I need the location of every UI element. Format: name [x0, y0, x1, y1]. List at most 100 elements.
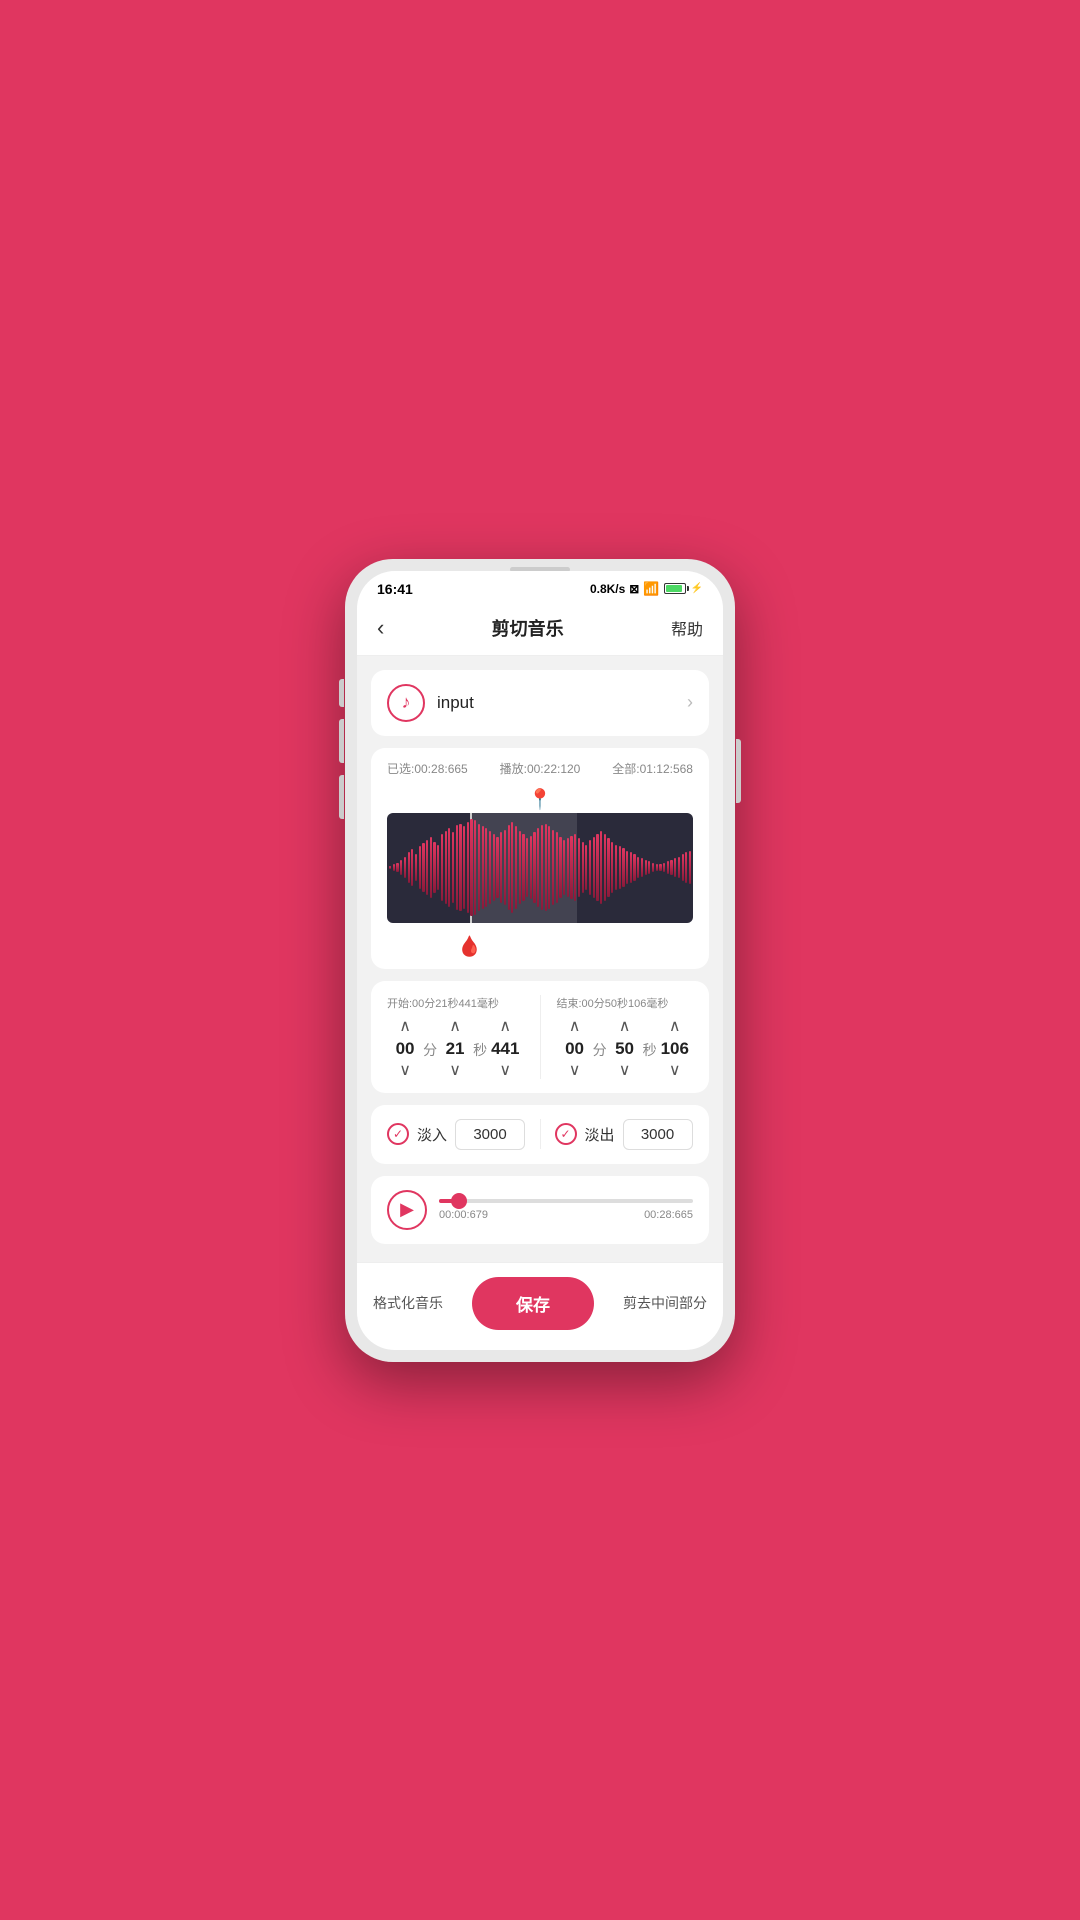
format-music-button[interactable]: 格式化音乐: [373, 1293, 443, 1313]
volume-up-button[interactable]: [339, 719, 344, 763]
end-min-up[interactable]: ∧: [569, 1019, 581, 1035]
start-ms-col: ∧ 441 ∨: [491, 1019, 519, 1079]
battery-fill: [666, 585, 682, 592]
start-time-label: 开始:00分21秒441毫秒: [387, 995, 524, 1011]
end-time-controls: ∧ 00 ∨ 分 ∧ 50 ∨ 秒: [557, 1019, 694, 1079]
file-info: ♪ input: [387, 684, 474, 722]
content-area: ♪ input › 已选:00:28:665 播放:00:22:120 全部:0…: [357, 656, 723, 1258]
file-row[interactable]: ♪ input ›: [387, 684, 693, 722]
music-icon: ♪: [387, 684, 425, 722]
music-note-icon: ♪: [402, 692, 411, 713]
chevron-right-icon: ›: [687, 692, 693, 713]
playback-track[interactable]: [439, 1199, 693, 1203]
end-ms-up[interactable]: ∧: [669, 1019, 681, 1035]
volume-mute-button[interactable]: [339, 679, 344, 707]
end-sec-up[interactable]: ∧: [619, 1019, 631, 1035]
trim-middle-button[interactable]: 剪去中间部分: [623, 1293, 707, 1313]
end-time-block: 结束:00分50秒106毫秒 ∧ 00 ∨ 分 ∧ 50 ∨: [557, 995, 694, 1079]
selected-time: 已选:00:28:665: [387, 760, 468, 777]
status-icons: 0.8K/s ⊠ 📶 ⚡: [590, 581, 703, 597]
start-sec-up[interactable]: ∧: [449, 1019, 461, 1035]
fade-out-label: 淡出: [585, 1124, 615, 1145]
play-button[interactable]: ▶: [387, 1190, 427, 1230]
total-duration: 00:28:665: [644, 1209, 693, 1221]
start-min-down[interactable]: ∨: [399, 1063, 411, 1079]
waveform-info: 已选:00:28:665 播放:00:22:120 全部:01:12:568: [387, 760, 693, 777]
fade-card: ✓ 淡入 ✓ 淡出: [371, 1105, 709, 1164]
start-sec-value: 21: [441, 1039, 469, 1059]
charging-icon: ⚡: [691, 583, 703, 594]
start-sec-sep: 秒: [473, 1038, 487, 1060]
time-editor-card: 开始:00分21秒441毫秒 ∧ 00 ∨ 分 ∧ 21 ∨: [371, 981, 709, 1093]
start-time-block: 开始:00分21秒441毫秒 ∧ 00 ∨ 分 ∧ 21 ∨: [387, 995, 524, 1079]
start-time-controls: ∧ 00 ∨ 分 ∧ 21 ∨ 秒: [387, 1019, 524, 1079]
time-editor-row: 开始:00分21秒441毫秒 ∧ 00 ∨ 分 ∧ 21 ∨: [387, 995, 693, 1079]
bottom-bar: 格式化音乐 保存 剪去中间部分: [357, 1262, 723, 1350]
top-playhead-pin[interactable]: 📍: [528, 787, 553, 812]
power-button[interactable]: [736, 739, 741, 803]
battery-body: [664, 583, 686, 594]
page-title: 剪切音乐: [492, 615, 564, 641]
file-card: ♪ input ›: [371, 670, 709, 736]
battery-tip: [687, 586, 689, 591]
app-header: ‹ 剪切音乐 帮助: [357, 603, 723, 656]
time-divider: [540, 995, 541, 1079]
start-ms-down[interactable]: ∨: [499, 1063, 511, 1079]
volume-down-button[interactable]: [339, 775, 344, 819]
bottom-trim-pin[interactable]: 🩸: [457, 934, 482, 959]
help-button[interactable]: 帮助: [671, 616, 703, 640]
total-time: 全部:01:12:568: [612, 760, 693, 777]
fade-out-item: ✓ 淡出: [555, 1119, 694, 1150]
fade-in-item: ✓ 淡入: [387, 1119, 526, 1150]
end-ms-col: ∧ 106 ∨: [661, 1019, 689, 1079]
playback-time: 播放:00:22:120: [500, 760, 581, 777]
waveform-bars: [387, 813, 693, 923]
status-time: 16:41: [377, 581, 413, 597]
save-button[interactable]: 保存: [472, 1277, 594, 1330]
playback-card: ▶ 00:00:679 00:28:665: [371, 1176, 709, 1244]
file-name: input: [437, 693, 474, 713]
phone-shell: 16:41 0.8K/s ⊠ 📶 ⚡ ‹ 剪切音乐 帮助: [345, 559, 735, 1362]
playback-times: 00:00:679 00:28:665: [439, 1209, 693, 1221]
end-min-sep: 分: [593, 1038, 607, 1060]
playback-slider-area: 00:00:679 00:28:665: [439, 1199, 693, 1221]
end-ms-down[interactable]: ∨: [669, 1063, 681, 1079]
fade-row: ✓ 淡入 ✓ 淡出: [387, 1119, 693, 1150]
signal-icon: ⊠: [629, 582, 639, 596]
waveform-card: 已选:00:28:665 播放:00:22:120 全部:01:12:568 📍: [371, 748, 709, 969]
start-min-col: ∧ 00 ∨: [391, 1019, 419, 1079]
back-button[interactable]: ‹: [377, 615, 384, 641]
start-min-value: 00: [391, 1039, 419, 1059]
wifi-icon: 📶: [643, 581, 659, 597]
fade-out-input[interactable]: [623, 1119, 693, 1150]
start-sec-col: ∧ 21 ∨: [441, 1019, 469, 1079]
start-ms-up[interactable]: ∧: [499, 1019, 511, 1035]
fade-out-checkbox[interactable]: ✓: [555, 1123, 577, 1145]
current-time: 00:00:679: [439, 1209, 488, 1221]
end-sec-value: 50: [611, 1039, 639, 1059]
end-min-col: ∧ 00 ∨: [561, 1019, 589, 1079]
play-icon: ▶: [400, 1199, 414, 1220]
start-sec-down[interactable]: ∨: [449, 1063, 461, 1079]
status-bar: 16:41 0.8K/s ⊠ 📶 ⚡: [357, 571, 723, 603]
fade-divider: [540, 1119, 541, 1149]
end-sec-col: ∧ 50 ∨: [611, 1019, 639, 1079]
playback-thumb[interactable]: [451, 1193, 467, 1209]
network-speed: 0.8K/s: [590, 582, 625, 596]
fade-in-input[interactable]: [455, 1119, 525, 1150]
fade-in-label: 淡入: [417, 1124, 447, 1145]
end-sec-down[interactable]: ∨: [619, 1063, 631, 1079]
fade-in-checkbox[interactable]: ✓: [387, 1123, 409, 1145]
end-min-down[interactable]: ∨: [569, 1063, 581, 1079]
end-ms-value: 106: [661, 1039, 689, 1059]
playback-row: ▶ 00:00:679 00:28:665: [387, 1190, 693, 1230]
end-time-label: 结束:00分50秒106毫秒: [557, 995, 694, 1011]
start-min-sep: 分: [423, 1038, 437, 1060]
battery-icon: ⚡: [664, 583, 703, 594]
start-ms-value: 441: [491, 1039, 519, 1059]
end-min-value: 00: [561, 1039, 589, 1059]
phone-screen: 16:41 0.8K/s ⊠ 📶 ⚡ ‹ 剪切音乐 帮助: [357, 571, 723, 1350]
end-sec-sep: 秒: [643, 1038, 657, 1060]
waveform-display[interactable]: [387, 813, 693, 923]
start-min-up[interactable]: ∧: [399, 1019, 411, 1035]
